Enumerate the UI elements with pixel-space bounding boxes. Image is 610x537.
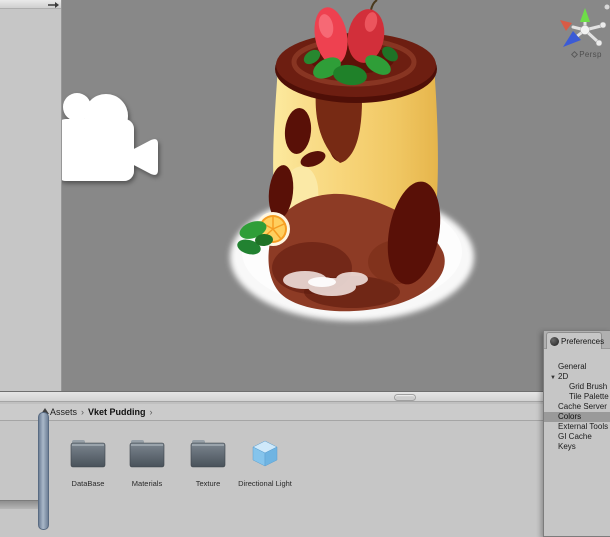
strawberry-stem	[370, 0, 378, 11]
x-axis-cone	[560, 20, 572, 31]
item-label: Texture	[195, 479, 221, 488]
preferences-category-list: General ▼ 2D Grid Brush Tile Palette Cach…	[544, 362, 610, 452]
persp-icon	[571, 50, 579, 59]
item-label: Materials	[131, 479, 163, 488]
vertical-scrollbar[interactable]	[38, 412, 49, 530]
folder-icon	[180, 437, 236, 469]
pref-item-external-tools[interactable]: External Tools	[544, 422, 610, 432]
preferences-titlebar[interactable]: Preferences	[544, 331, 610, 349]
item-label: DataBase	[71, 479, 105, 488]
splitter-handle[interactable]	[394, 394, 416, 401]
axis-knob	[604, 4, 610, 10]
project-item-texture[interactable]: Texture	[180, 437, 236, 488]
left-side-panel	[0, 0, 62, 391]
breadcrumb-current-folder[interactable]: Vket Pudding	[88, 407, 146, 417]
breadcrumb-separator-icon: ›	[81, 407, 85, 417]
project-browser: Assets › Vket Pudding › DataBase Materia…	[0, 404, 610, 537]
projection-mode-label[interactable]: Persp	[563, 50, 610, 59]
pref-item-general[interactable]: General	[544, 362, 610, 372]
pref-item-cache-server[interactable]: Cache Server	[544, 402, 610, 412]
collapse-arrow-icon[interactable]	[48, 1, 60, 9]
pudding-model[interactable]	[230, 0, 474, 321]
axis-knob	[599, 21, 607, 29]
gizmo-hub	[580, 25, 590, 35]
panel-splitter[interactable]	[0, 391, 610, 404]
horizontal-scrollbar[interactable]	[0, 500, 38, 509]
folder-icon	[119, 437, 175, 469]
axis-knob	[595, 39, 603, 47]
left-panel-header	[0, 0, 61, 9]
scene-view[interactable]: Persp	[62, 0, 610, 391]
project-item-materials[interactable]: Materials	[119, 437, 175, 488]
cube-icon	[230, 437, 300, 469]
pref-item-2d[interactable]: ▼ 2D	[544, 372, 610, 382]
pref-item-tile-palette[interactable]: Tile Palette	[544, 392, 610, 402]
project-item-database[interactable]: DataBase	[60, 437, 116, 488]
project-item-directional-light[interactable]: Directional Light	[230, 437, 300, 488]
unity-editor-window: Persp Assets › Vket Pudding › DataBase M…	[0, 0, 610, 537]
y-axis-cone	[580, 8, 590, 22]
pref-item-colors[interactable]: Colors	[544, 412, 610, 422]
breadcrumb-assets[interactable]: Assets	[50, 407, 77, 417]
pref-item-gi-cache[interactable]: GI Cache	[544, 432, 610, 442]
item-label: Directional Light	[238, 479, 292, 488]
pref-item-keys[interactable]: Keys	[544, 442, 610, 452]
preferences-tab[interactable]: Preferences	[546, 332, 605, 349]
breadcrumb-separator-icon: ›	[149, 407, 153, 417]
breadcrumb: Assets › Vket Pudding ›	[0, 404, 610, 421]
preferences-circle-icon	[550, 336, 559, 346]
camera-icon[interactable]	[62, 93, 158, 181]
cream-highlight	[308, 277, 336, 287]
folder-icon	[60, 437, 116, 469]
axis-gizmo-icon[interactable]	[560, 4, 610, 48]
preferences-title: Preferences	[561, 336, 605, 346]
scene-canvas	[62, 0, 610, 321]
preferences-window: Preferences General ▼ 2D Grid Brush Tile …	[543, 330, 610, 537]
pref-item-grid-brush[interactable]: Grid Brush	[544, 382, 610, 392]
